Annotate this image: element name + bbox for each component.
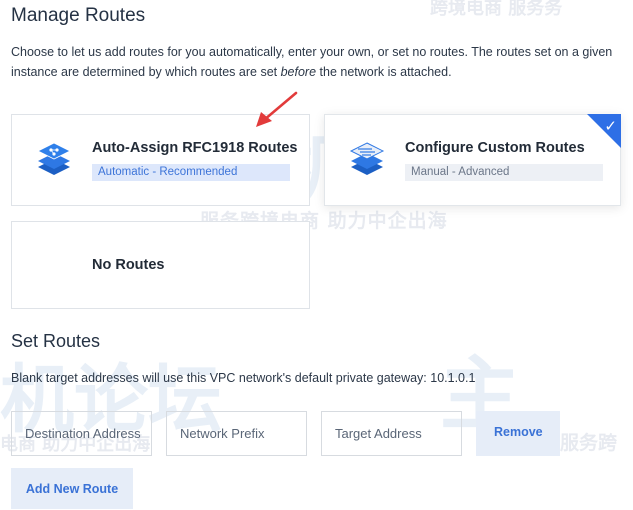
add-new-route-button[interactable]: Add New Route: [11, 468, 133, 509]
manage-routes-description: Choose to let us add routes for you auto…: [11, 42, 626, 82]
route-option-subtitle: Manual - Advanced: [405, 164, 603, 181]
target-address-input[interactable]: [321, 411, 462, 456]
network-stack-icon: [37, 142, 71, 175]
set-routes-description: Blank target addresses will use this VPC…: [11, 371, 476, 385]
set-routes-title: Set Routes: [11, 331, 101, 351]
route-option-title: Auto-Assign RFC1918 Routes: [92, 140, 298, 156]
destination-address-input[interactable]: [11, 411, 152, 456]
route-option-title: No Routes: [92, 257, 165, 273]
checkmark-icon: ✓: [604, 118, 617, 135]
route-option-subtitle: Automatic - Recommended: [92, 164, 290, 181]
route-option-title: Configure Custom Routes: [405, 140, 585, 156]
watermark-text: 服务跨: [560, 432, 618, 454]
watermark-text: 跨境电商 服务务: [430, 0, 563, 19]
description-emphasis: before: [280, 65, 317, 79]
route-option-custom[interactable]: Configure Custom Routes Manual - Advance…: [324, 114, 621, 206]
annotation-arrow-icon: [256, 91, 298, 127]
page-title: Manage Routes: [11, 5, 146, 26]
route-option-none[interactable]: No Routes: [11, 221, 310, 309]
description-text-end: the network is attached.: [316, 65, 452, 79]
network-config-icon: [349, 142, 385, 175]
network-prefix-input[interactable]: [166, 411, 307, 456]
remove-route-button[interactable]: Remove: [476, 411, 560, 456]
